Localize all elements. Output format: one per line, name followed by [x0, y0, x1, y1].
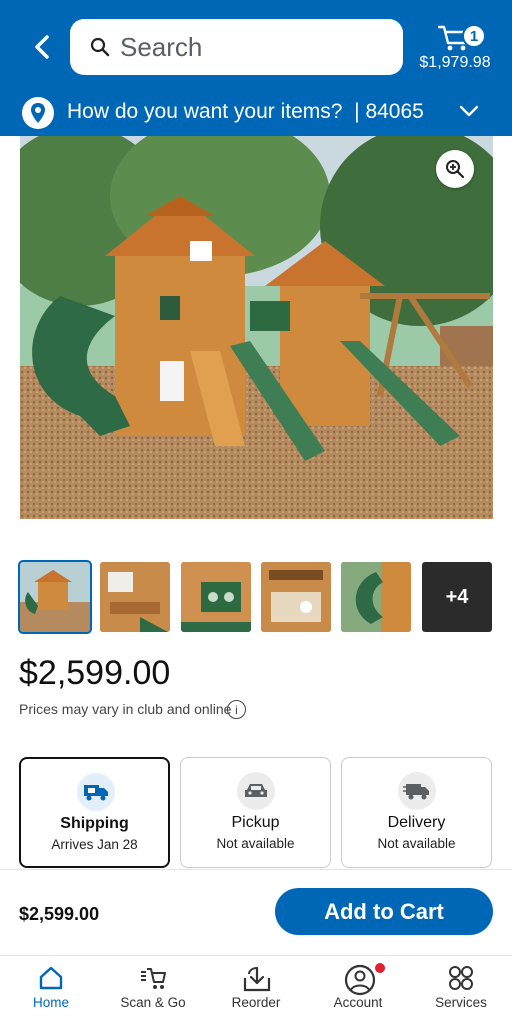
add-to-cart-bar: $2,599.00 Add to Cart [0, 869, 512, 955]
thumbnail-image [100, 562, 170, 632]
add-to-cart-button[interactable]: Add to Cart [275, 888, 493, 935]
nav-home[interactable]: Home [0, 956, 102, 1021]
delivery-location-bar[interactable]: How do you want your items? | 84065 [0, 94, 512, 136]
thumbnail-image [261, 562, 331, 632]
shipping-title: Shipping [60, 815, 129, 832]
shipping-subtitle: Arrives Jan 28 [51, 837, 138, 852]
nav-scan-and-go[interactable]: Scan & Go [102, 956, 204, 1021]
search-input[interactable]: Search [70, 19, 403, 75]
home-icon [39, 966, 63, 990]
chevron-left-icon [35, 35, 49, 59]
delivery-subtitle: Not available [377, 836, 456, 851]
cart-total: $1,979.98 [419, 54, 491, 71]
bottom-navigation: Home Scan & Go Reorder Account Services [0, 955, 512, 1020]
delivery-prompt-text: How do you want your items? [67, 100, 343, 123]
account-icon [344, 964, 376, 996]
car-icon [237, 772, 275, 810]
nav-reorder[interactable]: Reorder [205, 956, 307, 1021]
sticky-price: $2,599.00 [19, 904, 100, 924]
thumbnail-image [341, 562, 411, 632]
playset-illustration [20, 136, 493, 519]
notification-dot [374, 962, 386, 974]
fulfillment-pickup-card[interactable]: Pickup Not available [180, 757, 331, 868]
cart-count-badge: 1 [462, 24, 486, 48]
delivery-prompt: How do you want your items? | 84065 [67, 100, 424, 124]
price-note: Prices may vary in club and online [19, 701, 232, 717]
location-pin-icon [22, 97, 54, 129]
nav-reorder-label: Reorder [231, 995, 281, 1010]
services-icon [449, 966, 473, 990]
scan-cart-icon [141, 968, 166, 989]
divider: | [348, 100, 366, 123]
shipping-truck-icon [77, 773, 115, 811]
more-count: +4 [445, 585, 469, 608]
delivery-truck-icon [398, 772, 436, 810]
nav-services-label: Services [435, 995, 487, 1010]
nav-services[interactable]: Services [410, 956, 512, 1021]
nav-account-label: Account [333, 995, 383, 1010]
nav-account[interactable]: Account [307, 956, 409, 1021]
reorder-icon [243, 966, 271, 992]
product-main-image[interactable] [20, 136, 493, 519]
nav-scan-label: Scan & Go [120, 995, 186, 1010]
search-icon [90, 37, 110, 57]
fulfillment-delivery-card[interactable]: Delivery Not available [341, 757, 492, 868]
nav-home-label: Home [32, 995, 69, 1010]
thumbnail-2[interactable] [100, 562, 170, 632]
thumbnail-1[interactable] [18, 560, 92, 634]
search-placeholder: Search [120, 31, 203, 62]
pickup-title: Pickup [231, 814, 280, 831]
pickup-subtitle: Not available [216, 836, 295, 851]
product-price: $2,599.00 [19, 654, 171, 692]
delivery-title: Delivery [387, 814, 446, 831]
top-header: Search 1 $1,979.98 How do you want your … [0, 0, 512, 136]
chevron-down-icon [459, 105, 479, 117]
thumbnail-image [181, 562, 251, 632]
zip-code: 84065 [365, 100, 424, 123]
thumbnail-5[interactable] [341, 562, 411, 632]
fulfillment-shipping-card[interactable]: Shipping Arrives Jan 28 [19, 757, 170, 868]
thumbnail-4[interactable] [261, 562, 331, 632]
thumbnail-more[interactable]: +4 [422, 562, 492, 632]
zoom-button[interactable] [436, 150, 474, 188]
thumbnail-strip: +4 [18, 560, 493, 634]
thumbnail-image [20, 562, 90, 632]
back-button[interactable] [26, 30, 60, 64]
cart-button[interactable]: 1 $1,979.98 [410, 18, 500, 78]
info-icon[interactable]: i [227, 700, 246, 719]
thumbnail-3[interactable] [181, 562, 251, 632]
zoom-in-icon [446, 160, 465, 179]
